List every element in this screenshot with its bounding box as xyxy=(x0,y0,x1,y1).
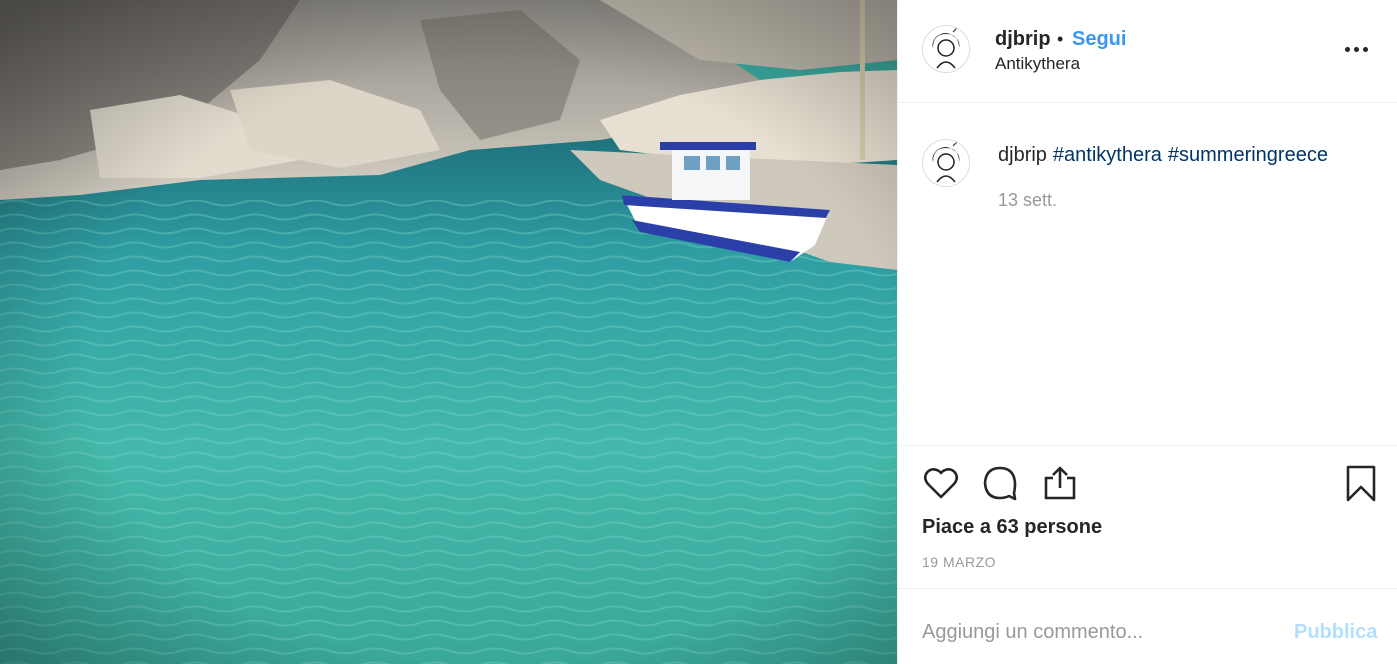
avatar[interactable] xyxy=(922,25,970,73)
comments-section: djbrip #antikythera #summeringreece 13 set… xyxy=(898,104,1397,444)
hashtag-link[interactable]: #summeringreece xyxy=(1168,144,1328,166)
separator-dot: • xyxy=(1057,29,1064,49)
more-options-icon[interactable] xyxy=(1344,38,1370,60)
post-photo[interactable] xyxy=(0,0,897,664)
avatar-illustration-icon xyxy=(923,140,969,186)
avatar-illustration-icon xyxy=(923,26,969,72)
location-link[interactable]: Antikythera xyxy=(995,54,1080,74)
post-caption: djbrip #antikythera #summeringreece xyxy=(998,142,1334,168)
comment-bubble-icon[interactable] xyxy=(981,464,1019,502)
heart-icon[interactable] xyxy=(922,464,960,502)
likes-count[interactable]: Piace a 63 persone xyxy=(922,516,1102,539)
hashtag-link[interactable]: #antikythera xyxy=(1053,144,1162,166)
author-username[interactable]: djbrip xyxy=(995,28,1051,51)
caption-avatar[interactable] xyxy=(922,139,970,187)
follow-button[interactable]: Segui xyxy=(1072,28,1126,51)
share-icon[interactable] xyxy=(1041,464,1079,502)
caption-username[interactable]: djbrip xyxy=(998,144,1047,166)
bookmark-icon[interactable] xyxy=(1342,464,1380,502)
caption-time-ago[interactable]: 13 sett. xyxy=(998,190,1057,211)
post-panel: djbrip • Segui Antikythera djbrip #antiky… xyxy=(897,0,1397,664)
post-date[interactable]: 19 MARZO xyxy=(922,554,996,570)
add-comment-bar: Pubblica xyxy=(898,588,1397,664)
sea-cliff-boat-image xyxy=(0,0,897,664)
action-bar: Piace a 63 persone 19 MARZO xyxy=(898,445,1397,588)
post-header: djbrip • Segui Antikythera xyxy=(898,0,1397,103)
comment-input[interactable] xyxy=(922,617,1282,647)
publish-button[interactable]: Pubblica xyxy=(1294,621,1377,644)
